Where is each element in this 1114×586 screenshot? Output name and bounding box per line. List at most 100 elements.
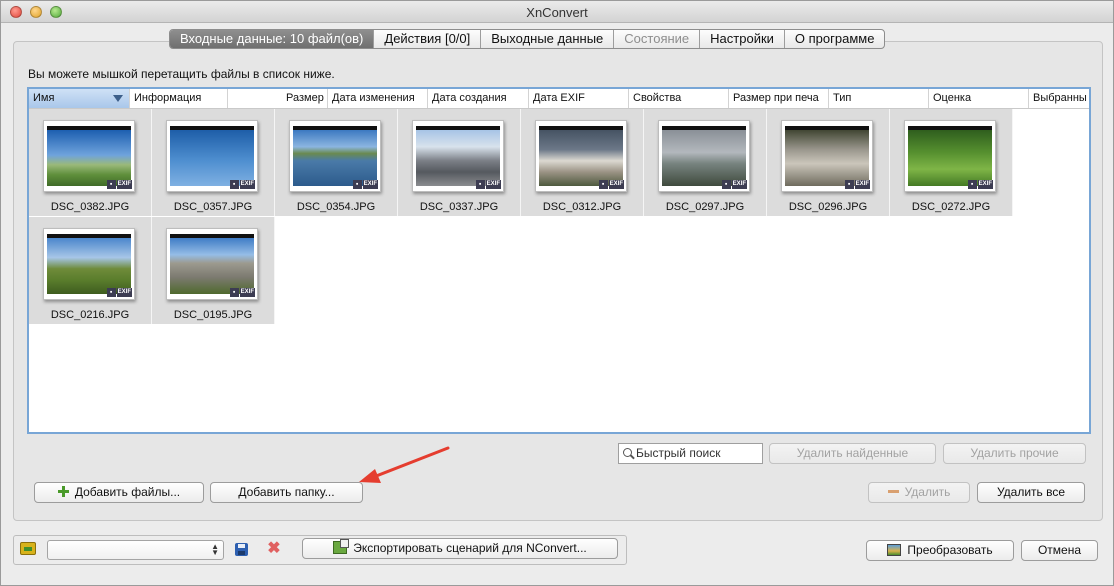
quick-search-input[interactable]: Быстрый поиск xyxy=(618,443,763,464)
image-type-icon: ▪ xyxy=(844,180,854,189)
image-type-icon: ▪ xyxy=(598,180,608,189)
title-bar: XnConvert xyxy=(1,1,1113,23)
file-thumbnail[interactable]: ▪ EXIF DSC_0354.JPG xyxy=(275,109,398,216)
file-thumbnail[interactable]: ▪ EXIF DSC_0382.JPG xyxy=(29,109,152,216)
column-properties[interactable]: Свойства xyxy=(629,89,729,108)
photo-preview xyxy=(293,126,377,186)
exif-badge: ▪ EXIF xyxy=(229,288,255,297)
minus-icon xyxy=(887,490,899,493)
preset-select[interactable]: ▲ ▼ xyxy=(47,540,224,560)
file-thumbnail[interactable]: ▪ EXIF DSC_0312.JPG xyxy=(521,109,644,216)
delete-icon[interactable]: ✖ xyxy=(266,541,282,557)
delete-button[interactable]: Удалить xyxy=(868,482,970,503)
add-folder-button[interactable]: Добавить папку... xyxy=(210,482,363,503)
column-rating[interactable]: Оценка xyxy=(929,89,1029,108)
tab-input[interactable]: Входные данные: 10 файл(ов) xyxy=(170,30,374,48)
column-created-date[interactable]: Дата создания xyxy=(428,89,529,108)
column-name[interactable]: Имя xyxy=(29,89,130,108)
file-name: DSC_0272.JPG xyxy=(911,201,991,213)
exif-label: EXIF xyxy=(362,180,378,189)
photo-preview xyxy=(539,126,623,186)
exif-badge: ▪ EXIF xyxy=(967,180,993,189)
column-modified-date[interactable]: Дата изменения xyxy=(328,89,428,108)
column-info[interactable]: Информация xyxy=(130,89,228,108)
export-label: Экспортировать сценарий для NConvert... xyxy=(353,541,587,555)
add-files-label: Добавить файлы... xyxy=(74,485,181,499)
file-thumbnail[interactable]: ▪ EXIF DSC_0272.JPG xyxy=(890,109,1013,216)
exif-label: EXIF xyxy=(239,288,255,297)
thumbnail-frame: ▪ EXIF xyxy=(658,120,750,192)
search-icon xyxy=(623,448,632,457)
delete-found-button[interactable]: Удалить найденные xyxy=(769,443,936,464)
exif-label: EXIF xyxy=(239,180,255,189)
exif-label: EXIF xyxy=(608,180,624,189)
image-type-icon: ▪ xyxy=(229,180,239,189)
file-thumbnail[interactable]: ▪ EXIF DSC_0337.JPG xyxy=(398,109,521,216)
thumbnail-frame: ▪ EXIF xyxy=(166,120,258,192)
image-type-icon: ▪ xyxy=(721,180,731,189)
photo-preview xyxy=(662,126,746,186)
thumbnail-frame: ▪ EXIF xyxy=(289,120,381,192)
file-name: DSC_0297.JPG xyxy=(665,201,745,213)
tab-settings[interactable]: Настройки xyxy=(699,30,784,48)
photo-preview xyxy=(170,234,254,294)
file-thumbnail[interactable]: ▪ EXIF DSC_0357.JPG xyxy=(152,109,275,216)
image-type-icon: ▪ xyxy=(352,180,362,189)
plus-icon xyxy=(57,486,69,497)
exif-badge: ▪ EXIF xyxy=(106,180,132,189)
exif-badge: ▪ EXIF xyxy=(721,180,747,189)
delete-all-button[interactable]: Удалить все xyxy=(977,482,1085,503)
delete-others-button[interactable]: Удалить прочие xyxy=(943,443,1086,464)
column-print-size[interactable]: Размер при печа xyxy=(729,89,829,108)
add-files-button[interactable]: Добавить файлы... xyxy=(34,482,204,503)
photo-preview xyxy=(908,126,992,186)
tab-status[interactable]: Состояние xyxy=(613,30,699,48)
column-type[interactable]: Тип xyxy=(829,89,929,108)
exif-badge: ▪ EXIF xyxy=(229,180,255,189)
tab-about[interactable]: О программе xyxy=(783,30,885,48)
exif-label: EXIF xyxy=(977,180,993,189)
save-icon[interactable] xyxy=(235,543,248,556)
photo-preview xyxy=(170,126,254,186)
thumbnail-frame: ▪ EXIF xyxy=(412,120,504,192)
export-icon xyxy=(333,539,350,554)
thumbnail-frame: ▪ EXIF xyxy=(904,120,996,192)
tab-actions[interactable]: Действия [0/0] xyxy=(373,30,480,48)
file-name: DSC_0337.JPG xyxy=(419,201,499,213)
convert-icon xyxy=(887,544,902,556)
exif-badge: ▪ EXIF xyxy=(844,180,870,189)
column-exif-date[interactable]: Дата EXIF xyxy=(529,89,629,108)
tab-output[interactable]: Выходные данные xyxy=(480,30,613,48)
exif-label: EXIF xyxy=(485,180,501,189)
file-name: DSC_0195.JPG xyxy=(173,309,253,321)
image-type-icon: ▪ xyxy=(106,288,116,297)
file-thumbnail[interactable]: ▪ EXIF DSC_0297.JPG xyxy=(644,109,767,216)
file-name: DSC_0382.JPG xyxy=(50,201,130,213)
thumbnail-frame: ▪ EXIF xyxy=(43,228,135,300)
column-size[interactable]: Размер xyxy=(228,89,328,108)
file-thumbnail[interactable]: ▪ EXIF DSC_0296.JPG xyxy=(767,109,890,216)
file-name: DSC_0312.JPG xyxy=(542,201,622,213)
convert-button[interactable]: Преобразовать xyxy=(866,540,1014,561)
photo-preview xyxy=(416,126,500,186)
file-thumbnail[interactable]: ▪ EXIF DSC_0195.JPG xyxy=(152,217,275,324)
file-thumbnail[interactable]: ▪ EXIF DSC_0216.JPG xyxy=(29,217,152,324)
thumbnail-frame: ▪ EXIF xyxy=(43,120,135,192)
photo-preview xyxy=(47,234,131,294)
exif-badge: ▪ EXIF xyxy=(598,180,624,189)
image-type-icon: ▪ xyxy=(967,180,977,189)
main-tabs: Входные данные: 10 файл(ов) Действия [0/… xyxy=(169,29,886,49)
thumbnail-frame: ▪ EXIF xyxy=(781,120,873,192)
search-placeholder: Быстрый поиск xyxy=(636,446,721,460)
thumbnail-frame: ▪ EXIF xyxy=(166,228,258,300)
file-name: DSC_0357.JPG xyxy=(173,201,253,213)
app-window: XnConvert Входные данные: 10 файл(ов) Де… xyxy=(0,0,1114,586)
export-nconvert-button[interactable]: Экспортировать сценарий для NConvert... xyxy=(302,538,618,559)
file-list[interactable]: Имя Информация Размер Дата изменения Дат… xyxy=(27,87,1091,434)
cancel-button[interactable]: Отмена xyxy=(1021,540,1098,561)
drag-hint: Вы можете мышкой перетащить файлы в спис… xyxy=(28,67,335,81)
exif-badge: ▪ EXIF xyxy=(475,180,501,189)
folder-icon[interactable] xyxy=(20,542,36,555)
convert-label: Преобразовать xyxy=(907,543,993,557)
column-selected[interactable]: Выбранны xyxy=(1029,89,1089,108)
